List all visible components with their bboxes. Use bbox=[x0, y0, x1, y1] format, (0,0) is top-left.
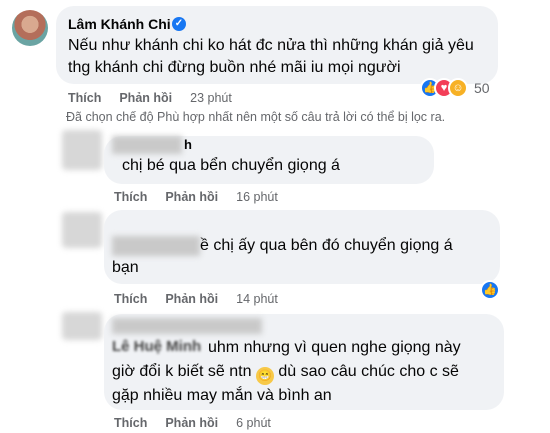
blurred-avatar bbox=[62, 312, 102, 340]
blurred-avatar bbox=[62, 212, 102, 248]
timestamp[interactable]: 16 phút bbox=[236, 190, 278, 204]
reply-actions: Thích Phản hồi 6 phút bbox=[114, 416, 271, 430]
timestamp[interactable]: 23 phút bbox=[190, 91, 232, 105]
timestamp[interactable]: 6 phút bbox=[236, 416, 271, 430]
reply-actions: Thích Phản hồi 14 phút bbox=[114, 292, 278, 306]
blurred-avatar bbox=[62, 130, 102, 170]
reply-text: chị bé qua bển chuyển giọng á bbox=[122, 157, 340, 174]
filter-notice: Đã chọn chế độ Phù hợp nhất nên một số c… bbox=[66, 110, 446, 124]
avatar[interactable] bbox=[12, 10, 48, 46]
like-button[interactable]: Thích bbox=[114, 292, 147, 306]
reply-button[interactable]: Phản hồi bbox=[119, 91, 172, 105]
like-button[interactable]: Thích bbox=[114, 416, 147, 430]
reply-author[interactable]: h bbox=[184, 137, 192, 152]
comment-author[interactable]: Lâm Khánh Chi bbox=[68, 16, 171, 32]
comment-text-line2: thg khánh chi đừng buồn nhé mãi iu mọi n… bbox=[68, 59, 401, 76]
like-button[interactable]: Thích bbox=[114, 190, 147, 204]
reply-button[interactable]: Phản hồi bbox=[165, 190, 218, 204]
reply-actions: Thích Phản hồi 16 phút bbox=[114, 190, 278, 204]
comment-text-line1: Nếu như khánh chi ko hát đc nửa thì nhữn… bbox=[68, 37, 474, 54]
reply-button[interactable]: Phản hồi bbox=[165, 292, 218, 306]
verified-icon: ✓ bbox=[172, 17, 186, 31]
blurred-name-overlay bbox=[112, 318, 262, 334]
reply-text-line1: uhm nhưng vì quen nghe giọng này bbox=[208, 339, 461, 356]
comment-actions: Thích Phản hồi 23 phút bbox=[68, 91, 232, 105]
reaction-count: 50 bbox=[474, 80, 490, 96]
reply-author[interactable]: Lê Huệ Minh bbox=[112, 338, 201, 355]
grinning-emoji-icon: 😁 bbox=[255, 367, 274, 385]
reply-text-line2: giờ đổi k biết sẽ ntn 😁 dù sao câu chúc … bbox=[112, 360, 459, 385]
blurred-author bbox=[112, 136, 182, 154]
reply-text-line3: gặp nhiều may mắn và bình an bbox=[112, 387, 332, 404]
reaction-summary[interactable]: 👍 ♥ ☺ 50 bbox=[420, 78, 490, 98]
blurred-author bbox=[112, 236, 200, 256]
reply-text-line1: ề chị ấy qua bên đó chuyển giọng á bbox=[200, 237, 453, 254]
timestamp[interactable]: 14 phút bbox=[236, 292, 278, 306]
haha-icon: ☺ bbox=[448, 78, 468, 98]
like-icon[interactable]: 👍 bbox=[480, 280, 500, 300]
reply-text-line2: bạn bbox=[112, 259, 139, 276]
reply-button[interactable]: Phản hồi bbox=[165, 416, 218, 430]
like-button[interactable]: Thích bbox=[68, 91, 101, 105]
